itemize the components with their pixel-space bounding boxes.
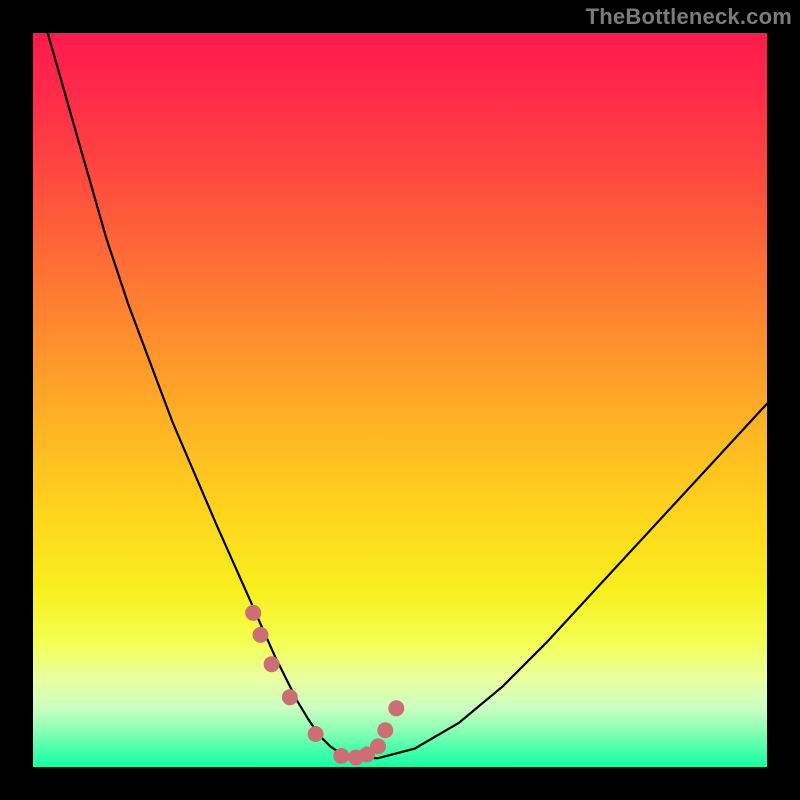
marker-point (388, 700, 404, 716)
chart-svg (33, 33, 767, 767)
chart-frame: TheBottleneck.com (0, 0, 800, 800)
marker-point (264, 656, 280, 672)
marker-point (308, 726, 324, 742)
marker-point (282, 689, 298, 705)
marker-point (370, 738, 386, 754)
marker-point (333, 748, 349, 764)
marker-point (245, 605, 261, 621)
watermark-text: TheBottleneck.com (586, 4, 792, 30)
bottleneck-curve (48, 33, 767, 758)
marker-point (377, 722, 393, 738)
marker-point (253, 627, 269, 643)
